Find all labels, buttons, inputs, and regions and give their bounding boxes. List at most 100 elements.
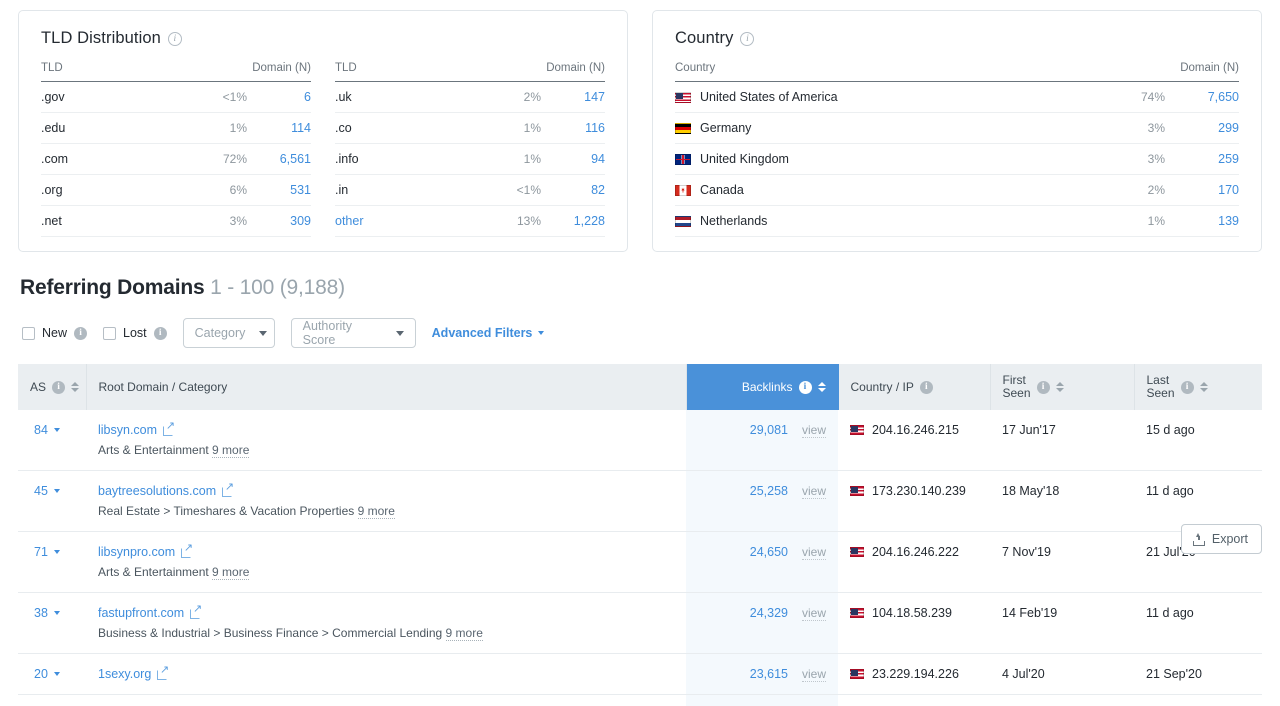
backlinks-count[interactable]: 24,329 [750, 606, 788, 620]
de-flag-icon [675, 122, 691, 134]
chevron-down-icon[interactable] [53, 428, 60, 432]
table-row: 20 1sexy.org 23,615 view 23.229.194.226 4 Jul… [18, 653, 1262, 695]
country-domain-count[interactable]: 139 [1179, 205, 1239, 237]
backlinks-count[interactable]: 25,258 [750, 484, 788, 498]
info-icon[interactable]: i [167, 31, 182, 46]
external-link-icon[interactable] [163, 421, 175, 436]
sort-icon[interactable] [71, 382, 80, 392]
category-text: Arts & Entertainment 9 more [98, 443, 250, 458]
as-cell[interactable]: 20 [18, 653, 86, 695]
country-domain-count[interactable]: 299 [1179, 112, 1239, 144]
ip-address: 104.18.58.239 [872, 606, 952, 620]
root-domain-link[interactable]: libsyn.com [98, 423, 157, 437]
root-domain-link[interactable]: libsynpro.com [98, 545, 175, 559]
view-link[interactable]: view [801, 545, 826, 560]
as-cell[interactable]: 84 [18, 410, 86, 471]
info-icon[interactable]: i [740, 31, 755, 46]
column-header-backlinks[interactable]: Backlinks i [686, 364, 839, 410]
country-name: Canada [700, 183, 744, 197]
backlinks-cell: 23,615 view [686, 653, 838, 695]
view-link[interactable]: view [801, 667, 826, 682]
lost-checkbox[interactable] [103, 326, 117, 340]
column-header-root-domain[interactable]: Root Domain / Category [86, 364, 687, 410]
info-icon[interactable]: i [919, 380, 933, 394]
country-name-cell: Canada [675, 174, 1084, 206]
tld-name: .co [335, 112, 431, 144]
filter-lost[interactable]: Lost i [103, 326, 167, 340]
external-link-icon[interactable] [222, 482, 234, 497]
info-icon[interactable]: i [74, 326, 88, 340]
tld-percent: 2% [430, 81, 553, 113]
more-categories-link[interactable]: 9 more [212, 565, 250, 580]
info-icon[interactable]: i [1036, 380, 1050, 394]
tld-row: .info 1% 94 [335, 143, 605, 175]
tld-percent: 6% [134, 174, 259, 206]
export-button[interactable]: Export [1180, 524, 1262, 554]
tld-row: .gov <1% 6 [41, 81, 311, 113]
tld-domain-count[interactable]: 94 [553, 143, 605, 175]
column-header-as[interactable]: AS i [18, 364, 87, 410]
more-categories-link[interactable]: 9 more [445, 626, 483, 641]
tld-domain-count[interactable]: 531 [259, 174, 311, 206]
authority-score-dropdown[interactable]: Authority Score [290, 318, 416, 348]
tld-percent: 1% [430, 143, 553, 175]
upload-icon [1192, 532, 1205, 546]
new-checkbox[interactable] [22, 326, 35, 340]
as-cell[interactable]: 45 [18, 470, 86, 532]
sort-icon[interactable] [1199, 382, 1208, 392]
tld-domain-count[interactable]: 1,228 [553, 205, 605, 237]
column-header-country-ip[interactable]: Country / IP i [838, 364, 991, 410]
info-icon[interactable]: i [798, 380, 812, 394]
country-percent: 3% [1083, 143, 1179, 175]
view-link[interactable]: view [801, 423, 826, 438]
country-domain-count[interactable]: 259 [1179, 143, 1239, 175]
more-categories-link[interactable]: 9 more [357, 504, 395, 519]
column-header-first-seen[interactable]: First Seen i [990, 364, 1135, 410]
external-link-icon[interactable] [157, 665, 169, 680]
country-domain-count[interactable]: 7,650 [1179, 81, 1239, 113]
info-icon[interactable]: i [153, 326, 167, 340]
external-link-icon[interactable] [181, 543, 193, 558]
page-title: Referring Domains 1 - 100 (9,188) [20, 276, 1262, 300]
filter-new[interactable]: New i [22, 326, 88, 340]
tld-domain-count[interactable]: 6,561 [259, 143, 311, 175]
backlinks-count[interactable]: 29,081 [750, 423, 788, 437]
tld-percent: 3% [134, 205, 259, 237]
chevron-down-icon[interactable] [53, 611, 60, 615]
more-categories-link[interactable]: 9 more [212, 443, 250, 458]
chevron-down-icon[interactable] [53, 672, 60, 676]
country-domain-count[interactable]: 170 [1179, 174, 1239, 206]
country-ip-cell: 23.229.194.226 [838, 653, 990, 695]
external-link-icon[interactable] [190, 604, 202, 619]
category-dropdown-label: Category [194, 326, 246, 340]
advanced-filters-link[interactable]: Advanced Filters [432, 326, 545, 340]
view-link[interactable]: view [801, 606, 826, 621]
backlinks-count[interactable]: 23,615 [750, 667, 788, 681]
root-domain-link[interactable]: fastupfront.com [98, 606, 184, 620]
root-domain-link[interactable]: baytreesolutions.com [98, 484, 216, 498]
first-seen-cell: 17 Jun'17 [990, 410, 1134, 471]
tld-domain-count[interactable]: 147 [553, 81, 605, 113]
tld-name[interactable]: other [335, 205, 431, 237]
as-cell[interactable]: 29 [18, 694, 86, 706]
tld-domain-count[interactable]: 6 [259, 81, 311, 113]
as-cell[interactable]: 38 [18, 592, 86, 654]
tld-domain-count[interactable]: 82 [553, 174, 605, 206]
chevron-down-icon[interactable] [53, 489, 60, 493]
backlinks-cell: 24,650 view [686, 531, 838, 593]
root-domain-link[interactable]: 1sexy.org [98, 667, 151, 681]
us-flag-icon [850, 486, 864, 496]
sort-icon[interactable] [817, 382, 826, 392]
tld-domain-count[interactable]: 116 [553, 112, 605, 144]
view-link[interactable]: view [801, 484, 826, 499]
backlinks-count[interactable]: 24,650 [750, 545, 788, 559]
tld-domain-count[interactable]: 309 [259, 205, 311, 237]
as-cell[interactable]: 71 [18, 531, 86, 593]
tld-domain-count[interactable]: 114 [259, 112, 311, 144]
chevron-down-icon[interactable] [53, 550, 60, 554]
info-icon[interactable]: i [1180, 380, 1194, 394]
sort-icon[interactable] [1055, 382, 1064, 392]
category-dropdown[interactable]: Category [182, 318, 275, 348]
info-icon[interactable]: i [52, 380, 66, 394]
column-header-last-seen[interactable]: Last Seen i [1134, 364, 1262, 410]
